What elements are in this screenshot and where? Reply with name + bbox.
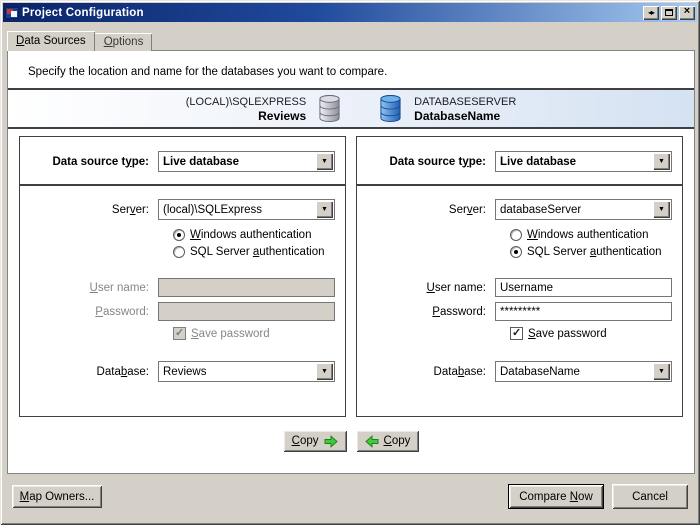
chevron-down-icon[interactable]: ▼: [653, 201, 670, 218]
target-database-select[interactable]: DatabaseName ▼: [495, 361, 672, 382]
source-data-source-type-label: Data source type:: [32, 156, 158, 168]
target-data-source-type-label: Data source type:: [369, 156, 495, 168]
titlebar[interactable]: Project Configuration ◂▸ ×: [3, 3, 697, 22]
cancel-button[interactable]: Cancel: [612, 484, 688, 509]
arrow-right-icon: [324, 435, 338, 448]
source-panel: Data source type: Live database ▼ Server…: [19, 136, 346, 417]
target-server-select[interactable]: databaseServer ▼: [495, 199, 672, 220]
sql-auth-label: SQL Server authentication: [190, 246, 324, 258]
target-password-field[interactable]: [495, 302, 672, 321]
chevron-down-icon[interactable]: ▼: [316, 153, 333, 170]
tab-page-data-sources: Specify the location and name for the da…: [7, 50, 695, 474]
target-server-label: Server:: [369, 204, 495, 216]
footer-bar: Map Owners... Compare Now Cancel: [3, 474, 697, 519]
target-data-source-type-select[interactable]: Live database ▼: [495, 151, 672, 172]
save-password-label: Save password: [191, 328, 270, 340]
target-database-label: Database:: [369, 366, 495, 378]
source-database-name: Reviews: [186, 109, 306, 123]
tab-options[interactable]: Options: [95, 33, 153, 51]
source-save-password-checkbox[interactable]: Save password: [173, 327, 345, 340]
arrow-left-icon: [365, 435, 379, 448]
restore-button[interactable]: [661, 6, 677, 20]
chevron-down-icon[interactable]: ▼: [316, 363, 333, 380]
source-windows-auth-radio[interactable]: Windows authentication: [173, 229, 345, 241]
tabstrip: Data Sources Options: [7, 31, 697, 50]
target-database-name: DatabaseName: [414, 109, 516, 123]
tab-data-sources[interactable]: Data Sources: [7, 31, 95, 51]
source-username-field[interactable]: [158, 278, 335, 297]
target-username-label: User name:: [369, 282, 495, 294]
source-banner-text: (LOCAL)\SQLEXPRESS Reviews: [186, 95, 306, 123]
compare-now-button[interactable]: Compare Now: [508, 484, 604, 509]
windows-auth-label: Windows authentication: [190, 229, 311, 241]
resize-width-icon: ◂▸: [648, 9, 654, 17]
checkbox[interactable]: [173, 327, 186, 340]
copy-to-source-button[interactable]: Copy: [356, 430, 420, 452]
target-save-password-checkbox[interactable]: Save password: [510, 327, 682, 340]
chevron-down-icon[interactable]: ▼: [316, 201, 333, 218]
radio-button[interactable]: [510, 229, 522, 241]
panel-separator: [357, 184, 682, 186]
checkbox[interactable]: [510, 327, 523, 340]
source-database-icon: [318, 94, 341, 123]
target-server-name: DATABASESERVER: [414, 95, 516, 109]
project-configuration-dialog: Project Configuration ◂▸ × Data Sources …: [0, 0, 700, 525]
app-icon: [5, 7, 19, 19]
target-banner-text: DATABASESERVER DatabaseName: [414, 95, 516, 123]
radio-button[interactable]: [510, 246, 522, 258]
source-password-label: Password:: [32, 306, 158, 318]
target-panel: Data source type: Live database ▼ Server…: [356, 136, 683, 417]
resize-button[interactable]: ◂▸: [643, 6, 659, 20]
map-owners-button[interactable]: Map Owners...: [12, 485, 102, 508]
source-database-select[interactable]: Reviews ▼: [158, 361, 335, 382]
target-username-field[interactable]: [495, 278, 672, 297]
target-password-label: Password:: [369, 306, 495, 318]
target-windows-auth-radio[interactable]: Windows authentication: [510, 229, 682, 241]
copy-to-target-button[interactable]: Copy: [283, 430, 347, 452]
close-button[interactable]: ×: [679, 6, 695, 20]
source-server-select[interactable]: (local)\SQLExpress ▼: [158, 199, 335, 220]
panel-separator: [20, 184, 345, 186]
target-sql-auth-radio[interactable]: SQL Server authentication: [510, 246, 682, 258]
save-password-label: Save password: [528, 328, 607, 340]
databases-banner: (LOCAL)\SQLEXPRESS Reviews: [8, 88, 694, 129]
sql-auth-label: SQL Server authentication: [527, 246, 661, 258]
source-server-name: (LOCAL)\SQLEXPRESS: [186, 95, 306, 109]
source-data-source-type-select[interactable]: Live database ▼: [158, 151, 335, 172]
target-database-icon: [379, 94, 402, 123]
source-server-label: Server:: [32, 204, 158, 216]
source-sql-auth-radio[interactable]: SQL Server authentication: [173, 246, 345, 258]
window-title: Project Configuration: [22, 7, 640, 19]
radio-button[interactable]: [173, 246, 185, 258]
source-password-field[interactable]: [158, 302, 335, 321]
close-icon: ×: [684, 6, 690, 17]
restore-icon: [665, 9, 673, 16]
chevron-down-icon[interactable]: ▼: [653, 153, 670, 170]
source-database-label: Database:: [32, 366, 158, 378]
windows-auth-label: Windows authentication: [527, 229, 648, 241]
chevron-down-icon[interactable]: ▼: [653, 363, 670, 380]
page-description: Specify the location and name for the da…: [8, 51, 694, 78]
source-username-label: User name:: [32, 282, 158, 294]
radio-button[interactable]: [173, 229, 185, 241]
